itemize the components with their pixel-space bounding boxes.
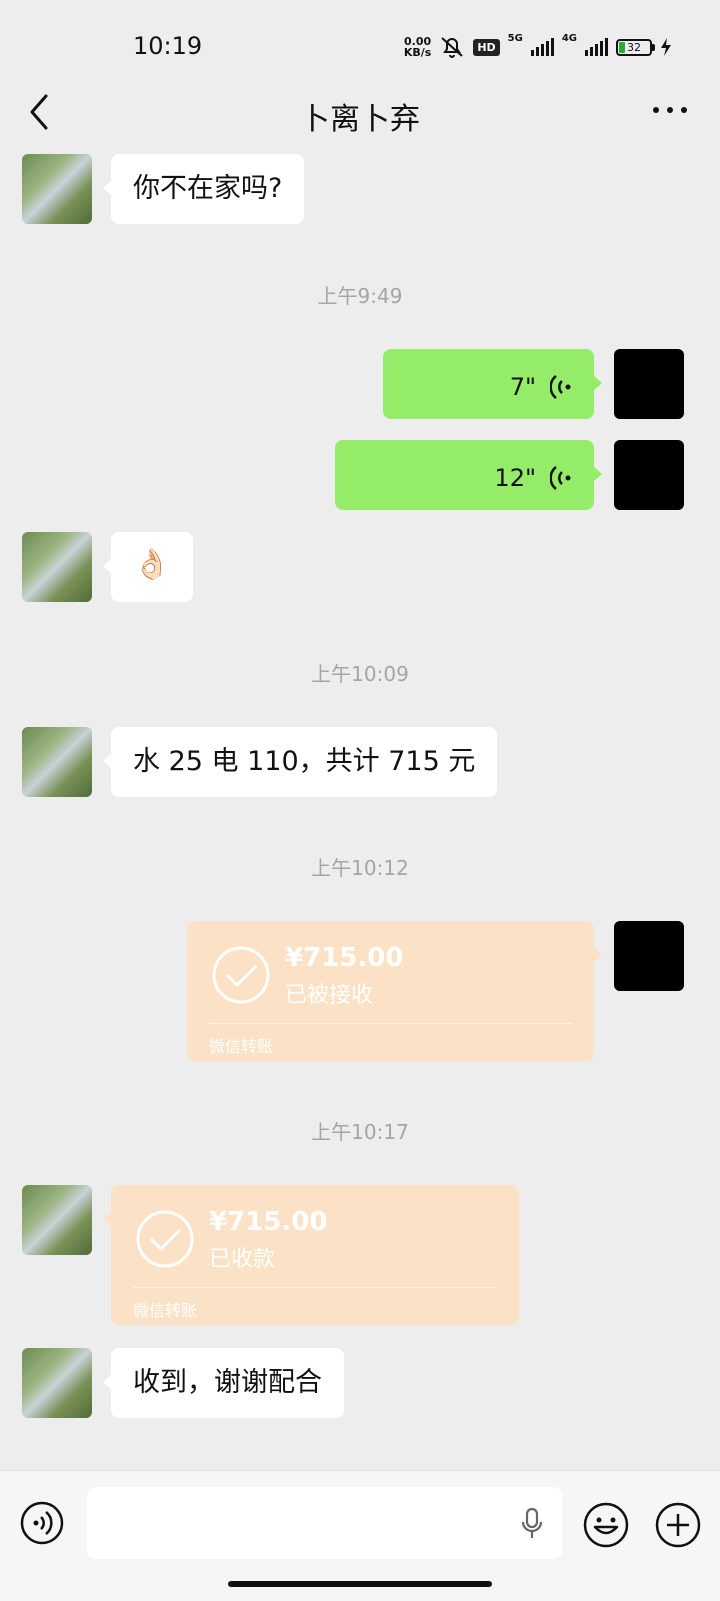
message-input[interactable] [87,1487,562,1559]
my-avatar[interactable] [614,921,684,991]
ok-hand-emoji: 👌🏻 [133,547,171,582]
timestamp: 上午10:09 [311,662,409,686]
contact-avatar[interactable] [22,532,92,602]
divider [133,1287,497,1288]
transfer-amount: ¥715.00 [285,943,404,973]
transfer-amount: ¥715.00 [209,1207,328,1237]
voice-wave-icon [550,375,571,399]
check-circle-icon [136,1210,194,1268]
transfer-status: 已收款 [209,1247,276,1272]
transfer-footer: 微信转账 [133,1301,198,1320]
voice-duration: 12" [494,464,536,492]
message-text: 你不在家吗? [133,173,283,204]
mute-bell-icon [441,37,463,58]
contact-avatar[interactable] [22,1348,92,1418]
voice-wave-icon [550,466,571,490]
status-bar: 10:19 0.00 KB/s HD 5G 4G 32 [0,0,720,90]
voice-message-bubble[interactable]: 7" [383,349,602,419]
network-speed: 0.00 KB/s [403,35,432,59]
message-text: 水 25 电 110，共计 715 元 [133,746,476,777]
hd-badge: HD [473,38,500,56]
message-bubble-text[interactable]: 水 25 电 110，共计 715 元 [102,727,498,797]
microphone-icon[interactable] [520,1507,544,1541]
home-indicator[interactable] [228,1581,492,1587]
timestamp: 上午10:17 [311,1120,409,1144]
emoji-icon[interactable] [582,1501,630,1549]
status-icons: 0.00 KB/s HD 5G 4G 32 [404,33,672,61]
signal-icon-sim2 [585,38,608,56]
transfer-card[interactable]: ¥715.00 已收款 微信转账 [103,1185,519,1325]
chat-title: 卜离卜弃 [300,102,420,137]
message-text: 收到，谢谢配合 [133,1367,322,1398]
contact-avatar[interactable] [22,154,92,224]
message-bubble-text[interactable]: 收到，谢谢配合 [103,1348,344,1418]
contact-avatar[interactable] [22,727,92,797]
timestamp: 上午10:12 [311,856,409,880]
my-avatar[interactable] [614,349,684,419]
divider [209,1023,572,1024]
contact-avatar[interactable] [22,1185,92,1255]
my-avatar[interactable] [614,440,684,510]
battery-icon: 32 [616,38,655,56]
message-bubble-emoji[interactable]: 👌🏻 [103,532,193,602]
voice-message-bubble[interactable]: 12" [335,440,602,510]
plus-icon[interactable] [654,1501,702,1549]
check-circle-icon [212,946,270,1004]
more-options-icon[interactable] [650,100,690,120]
transfer-card[interactable]: ¥715.00 已被接收 微信转账 [187,921,602,1061]
status-time: 10:19 [133,32,203,60]
voice-input-toggle-icon[interactable] [20,1501,64,1545]
transfer-status: 已被接收 [285,983,374,1008]
message-bubble-text[interactable]: 你不在家吗? [102,154,305,224]
charging-icon [661,38,671,56]
signal-icon-sim1 [530,38,554,56]
transfer-footer: 微信转账 [209,1037,274,1056]
timestamp: 上午9:49 [317,284,403,308]
sim2-label: 4G [561,33,577,44]
chat-header: 卜离卜弃 [0,80,720,154]
voice-duration: 7" [509,373,536,401]
sim1-label: 5G [507,33,523,44]
